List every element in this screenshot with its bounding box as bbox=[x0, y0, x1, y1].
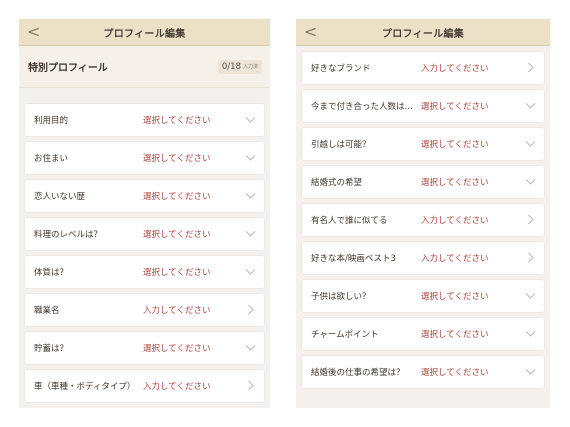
row-label: 有名人で誰に似てる bbox=[311, 216, 388, 226]
profile-row-constitution[interactable]: 体質は？ 選択してください bbox=[25, 256, 264, 288]
chevron-down-icon bbox=[245, 152, 256, 163]
row-value: 選択してください bbox=[421, 178, 489, 188]
row-label: 貯蓄は？ bbox=[34, 344, 69, 354]
row-value: 入力してください bbox=[143, 382, 211, 392]
row-value: 選択してください bbox=[143, 268, 211, 278]
profile-row-purpose[interactable]: 利用目的 選択してください bbox=[25, 104, 264, 136]
chevron-right-icon bbox=[245, 380, 256, 391]
row-value: 選択してください bbox=[421, 330, 489, 340]
back-chevron-icon[interactable]: < bbox=[27, 23, 40, 41]
page-title: プロフィール編集 bbox=[381, 28, 465, 40]
row-label: 子供は欲しい？ bbox=[311, 292, 371, 302]
row-value: 入力してください bbox=[421, 216, 489, 226]
profile-row-car[interactable]: 車（車種・ボディタイプ） 入力してください bbox=[25, 370, 264, 402]
chevron-down-icon bbox=[525, 290, 536, 301]
row-label: 職業名 bbox=[34, 306, 60, 316]
chevron-right-icon bbox=[525, 214, 536, 225]
profile-row-favorite-books-movies[interactable]: 好きな本/映画ベスト3 入力してください bbox=[302, 242, 544, 274]
profile-row-past-partners[interactable]: 今まで付き合った人数は… 選択してください bbox=[302, 90, 544, 122]
row-label: 好きなブランド bbox=[311, 64, 371, 74]
row-label: 料理のレベルは？ bbox=[34, 230, 103, 240]
profile-row-charm-point[interactable]: チャームポイント 選択してください bbox=[302, 318, 544, 350]
chevron-right-icon bbox=[525, 252, 536, 263]
chevron-right-icon bbox=[245, 304, 256, 315]
row-label: 引越しは可能？ bbox=[311, 140, 371, 150]
row-value: 選択してください bbox=[421, 102, 489, 112]
profile-row-job-title[interactable]: 職業名 入力してください bbox=[25, 294, 264, 326]
profile-row-celebrity-lookalike[interactable]: 有名人で誰に似てる 入力してください bbox=[302, 204, 544, 236]
chevron-down-icon bbox=[245, 114, 256, 125]
page-title: プロフィール編集 bbox=[103, 28, 186, 40]
row-value: 選択してください bbox=[143, 116, 211, 126]
row-label: 好きな本/映画ベスト3 bbox=[311, 254, 396, 264]
row-value: 選択してください bbox=[421, 368, 489, 378]
profile-edit-screen-right: < プロフィール編集 好きなブランド 入力してください 今まで付き合った人数は…… bbox=[296, 19, 550, 408]
row-label: お住まい bbox=[34, 154, 69, 164]
nav-bar: < プロフィール編集 bbox=[19, 19, 270, 46]
chevron-down-icon bbox=[525, 138, 536, 149]
chevron-down-icon bbox=[245, 266, 256, 277]
completion-count-badge: 0/18 入力済 bbox=[217, 59, 262, 74]
row-value: 選択してください bbox=[421, 140, 489, 150]
row-label: 結婚式の希望 bbox=[311, 178, 363, 188]
chevron-down-icon bbox=[525, 100, 536, 111]
profile-edit-screen-left: < プロフィール編集 特別プロフィール 0/18 入力済 利用目的 選択してくだ… bbox=[19, 19, 270, 408]
chevron-down-icon bbox=[525, 328, 536, 339]
chevron-down-icon bbox=[245, 190, 256, 201]
profile-row-relocation[interactable]: 引越しは可能？ 選択してください bbox=[302, 128, 544, 160]
row-value: 入力してください bbox=[421, 254, 489, 264]
row-label: 車（車種・ボディタイプ） bbox=[34, 382, 136, 392]
profile-row-cooking-level[interactable]: 料理のレベルは？ 選択してください bbox=[25, 218, 264, 250]
row-label: 体質は？ bbox=[34, 268, 69, 278]
chevron-down-icon bbox=[245, 342, 256, 353]
chevron-down-icon bbox=[525, 176, 536, 187]
chevron-right-icon bbox=[525, 62, 536, 73]
completion-count-suffix: 入力済 bbox=[242, 64, 258, 70]
row-value: 入力してください bbox=[421, 64, 489, 74]
profile-row-favorite-brand[interactable]: 好きなブランド 入力してください bbox=[302, 52, 544, 84]
completion-count: 0/18 bbox=[221, 61, 241, 72]
chevron-down-icon bbox=[245, 228, 256, 239]
row-label: 利用目的 bbox=[34, 116, 69, 126]
profile-row-residence[interactable]: お住まい 選択してください bbox=[25, 142, 264, 174]
row-value: 選択してください bbox=[143, 344, 211, 354]
profile-row-want-children[interactable]: 子供は欲しい？ 選択してください bbox=[302, 280, 544, 312]
row-value: 入力してください bbox=[143, 306, 211, 316]
profile-row-wedding-preference[interactable]: 結婚式の希望 選択してください bbox=[302, 166, 544, 198]
row-label: チャームポイント bbox=[311, 330, 379, 340]
row-label: 今まで付き合った人数は… bbox=[311, 102, 414, 112]
row-label: 恋人いない歴 bbox=[34, 192, 86, 202]
chevron-down-icon bbox=[525, 366, 536, 377]
row-value: 選択してください bbox=[143, 154, 211, 164]
special-profile-header: 特別プロフィール 0/18 入力済 bbox=[19, 46, 270, 88]
row-value: 選択してください bbox=[421, 292, 489, 302]
row-value: 選択してください bbox=[143, 230, 211, 240]
profile-row-single-history[interactable]: 恋人いない歴 選択してください bbox=[25, 180, 264, 212]
profile-row-savings[interactable]: 貯蓄は？ 選択してください bbox=[25, 332, 264, 364]
special-profile-title: 特別プロフィール bbox=[28, 63, 108, 74]
row-label: 結婚後の仕事の希望は？ bbox=[311, 368, 405, 378]
profile-row-work-after-marriage[interactable]: 結婚後の仕事の希望は？ 選択してください bbox=[302, 356, 544, 388]
back-chevron-icon[interactable]: < bbox=[304, 23, 317, 41]
row-value: 選択してください bbox=[143, 192, 211, 202]
nav-bar: < プロフィール編集 bbox=[296, 19, 550, 46]
